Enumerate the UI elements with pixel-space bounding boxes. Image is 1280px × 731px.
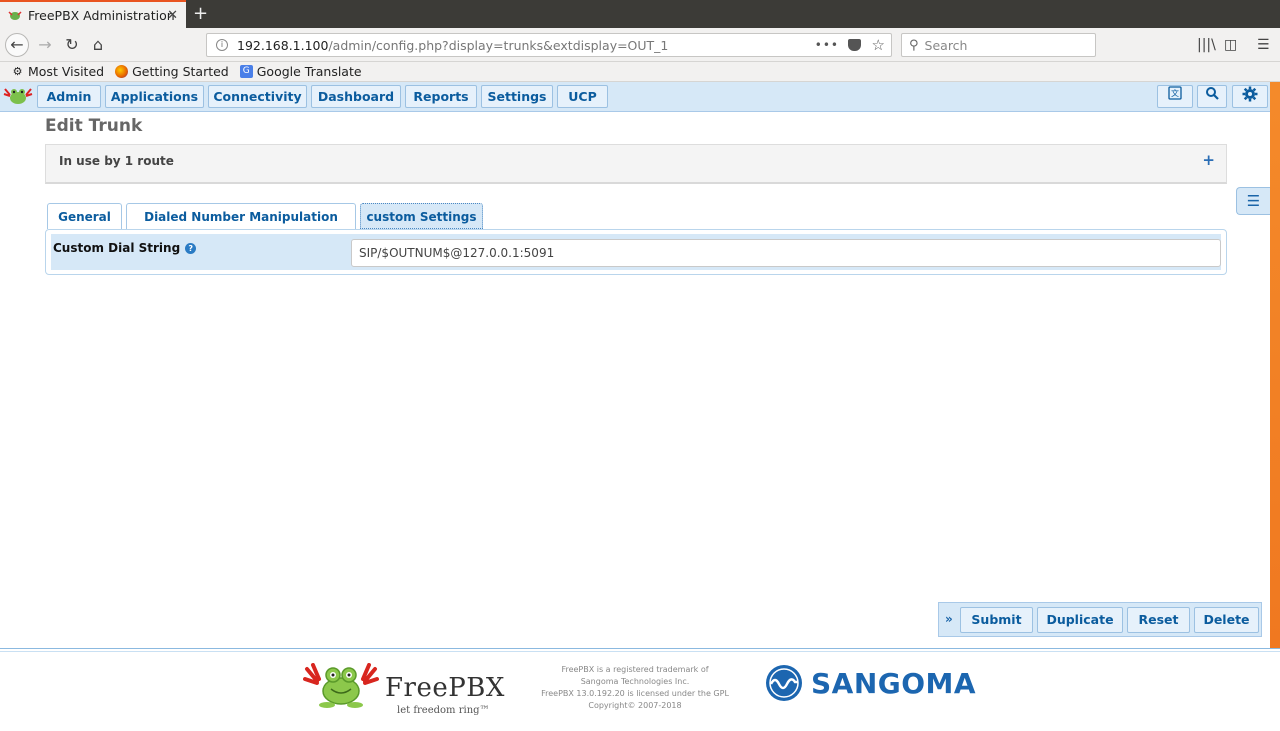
back-arrow-icon[interactable]: ← bbox=[5, 33, 29, 57]
page-scrollbar-edge bbox=[1270, 82, 1280, 649]
custom-dial-string-row: Custom Dial String? bbox=[51, 234, 1221, 270]
freepbx-frog-logo[interactable] bbox=[3, 85, 33, 107]
nav-reports[interactable]: Reports bbox=[405, 85, 477, 108]
forward-arrow-icon[interactable]: → bbox=[33, 33, 57, 57]
expand-plus-icon[interactable]: + bbox=[1202, 151, 1215, 169]
tab-dialed-number-manipulation-rules[interactable]: Dialed Number Manipulation Rules bbox=[126, 203, 356, 250]
search-icon: ⚲ bbox=[909, 37, 919, 53]
bookmark-label: Google Translate bbox=[256, 64, 362, 79]
bookmark-google-translate[interactable]: G Google Translate bbox=[239, 64, 362, 79]
translate-icon[interactable]: 文 bbox=[1157, 85, 1193, 108]
bookmarks-toolbar: ⚙ Most Visited Getting Started G Google … bbox=[0, 62, 1280, 82]
gear-icon: ⚙ bbox=[12, 65, 23, 78]
help-icon[interactable]: ? bbox=[185, 243, 197, 254]
sangoma-logo[interactable]: SANGOMA bbox=[765, 664, 976, 702]
delete-button[interactable]: Delete bbox=[1194, 607, 1259, 633]
bookmark-label: Most Visited bbox=[28, 64, 105, 79]
custom-dial-string-label-wrap: Custom Dial String? bbox=[53, 241, 197, 255]
submit-button[interactable]: Submit bbox=[960, 607, 1033, 633]
firefox-icon bbox=[115, 65, 129, 78]
browser-search-input[interactable]: ⚲ Search bbox=[901, 33, 1096, 57]
freepbx-top-nav: Admin Applications Connectivity Dashboar… bbox=[0, 82, 1270, 112]
url-host: 192.168.1.100 bbox=[237, 37, 329, 53]
custom-dial-string-label: Custom Dial String bbox=[53, 241, 181, 255]
route-usage-panel[interactable]: In use by 1 route + bbox=[45, 144, 1227, 184]
pocket-icon[interactable] bbox=[848, 39, 861, 51]
nav-admin[interactable]: Admin bbox=[37, 85, 101, 108]
tab-custom-settings[interactable]: custom Settings bbox=[360, 203, 483, 229]
freepbx-name: FreePBX bbox=[385, 673, 505, 703]
nav-connectivity[interactable]: Connectivity bbox=[208, 85, 307, 108]
custom-settings-form: Custom Dial String? bbox=[45, 229, 1227, 275]
settings-gear-icon[interactable] bbox=[1232, 85, 1268, 108]
legal-line: Copyright© 2007-2018 bbox=[588, 701, 682, 710]
browser-tab-bar: FreePBX Administration ✕ + bbox=[0, 0, 1280, 28]
tab-general[interactable]: General bbox=[47, 203, 122, 229]
bookmark-getting-started[interactable]: Getting Started bbox=[115, 64, 229, 79]
home-icon[interactable]: ⌂ bbox=[86, 33, 110, 57]
bookmark-star-icon[interactable]: ☆ bbox=[872, 36, 885, 54]
search-placeholder: Search bbox=[924, 37, 968, 53]
search-icon[interactable] bbox=[1197, 85, 1227, 108]
bookmark-most-visited[interactable]: ⚙ Most Visited bbox=[11, 64, 105, 79]
close-tab-icon[interactable]: ✕ bbox=[167, 8, 178, 23]
nav-applications[interactable]: Applications bbox=[105, 85, 204, 108]
legal-line: FreePBX is a registered trademark of bbox=[561, 665, 709, 674]
action-bar: » Submit Duplicate Reset Delete bbox=[938, 602, 1262, 637]
reload-icon[interactable]: ↻ bbox=[60, 33, 84, 57]
nav-dashboard[interactable]: Dashboard bbox=[311, 85, 401, 108]
page-actions-icon[interactable]: ••• bbox=[815, 38, 839, 52]
legal-text: FreePBX is a registered trademark of San… bbox=[535, 664, 735, 712]
freepbx-tagline: let freedom ring™ bbox=[397, 705, 490, 716]
freepbx-favicon-icon bbox=[8, 8, 22, 22]
sangoma-name: SANGOMA bbox=[811, 666, 977, 700]
google-translate-icon: G bbox=[239, 65, 253, 78]
footer: FreePBX let freedom ring™ FreePBX is a r… bbox=[0, 648, 1280, 731]
nav-settings[interactable]: Settings bbox=[481, 85, 553, 108]
duplicate-button[interactable]: Duplicate bbox=[1037, 607, 1123, 633]
legal-line: FreePBX 13.0.192.20 is licensed under th… bbox=[541, 689, 729, 698]
page-title: Edit Trunk bbox=[45, 116, 143, 136]
custom-dial-string-input[interactable] bbox=[351, 239, 1221, 267]
svg-text:文: 文 bbox=[1171, 88, 1179, 98]
browser-toolbar: ← → ↻ ⌂ i 192.168.1.100/admin/config.php… bbox=[0, 28, 1280, 62]
new-tab-icon[interactable]: + bbox=[193, 3, 208, 24]
freepbx-frog-icon bbox=[303, 663, 379, 708]
nav-ucp[interactable]: UCP bbox=[557, 85, 608, 108]
url-bar[interactable]: i 192.168.1.100/admin/config.php?display… bbox=[206, 33, 892, 57]
list-view-toggle-icon[interactable]: ☰ bbox=[1236, 187, 1270, 215]
legal-line: Sangoma Technologies Inc. bbox=[580, 677, 690, 686]
browser-tab[interactable]: FreePBX Administration ✕ bbox=[0, 0, 186, 28]
sidebar-toggle-icon[interactable]: ◫ bbox=[1224, 33, 1237, 57]
sangoma-globe-icon bbox=[766, 665, 802, 701]
collapse-chevron-icon[interactable]: » bbox=[945, 612, 953, 626]
library-icon[interactable]: |||\ bbox=[1197, 33, 1216, 57]
url-path: /admin/config.php?display=trunks&extdisp… bbox=[328, 37, 669, 53]
route-usage-label: In use by 1 route bbox=[59, 154, 174, 168]
site-info-icon[interactable]: i bbox=[216, 39, 228, 51]
freepbx-footer-logo[interactable]: FreePBX let freedom ring™ bbox=[303, 663, 505, 723]
bookmark-label: Getting Started bbox=[132, 64, 229, 79]
hamburger-menu-icon[interactable]: ☰ bbox=[1257, 33, 1270, 57]
reset-button[interactable]: Reset bbox=[1127, 607, 1190, 633]
browser-tab-title: FreePBX Administration bbox=[28, 7, 175, 23]
